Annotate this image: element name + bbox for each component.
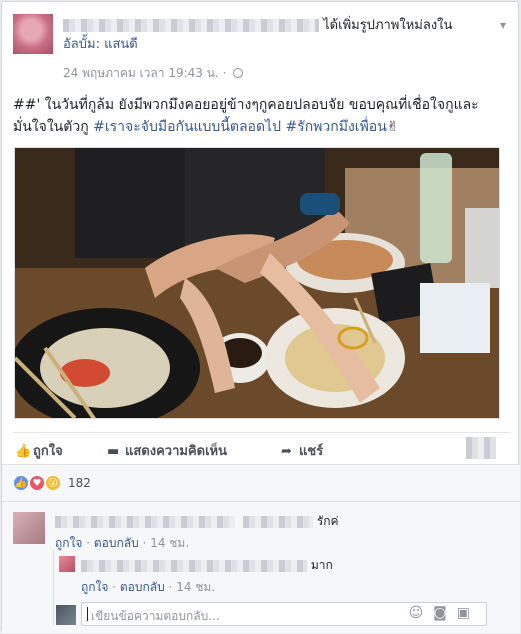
current-user-avatar — [56, 605, 76, 625]
commenter-name-redacted[interactable] — [55, 515, 235, 528]
post-header: ได้เพิ่มรูปภาพใหม่ลงใน อัลบั้ม: แสนดี 24… — [13, 14, 508, 84]
share-label: แชร์ — [299, 444, 324, 459]
text-caret — [87, 607, 88, 621]
post-headline: ได้เพิ่มรูปภาพใหม่ลงใน อัลบั้ม: แสนดี — [63, 16, 483, 54]
post-action-text: ได้เพิ่มรูปภาพใหม่ลงใน — [323, 18, 453, 33]
comment-body: รักค่ — [55, 512, 339, 531]
reply-time[interactable]: 14 ชม. — [176, 580, 215, 594]
sticker-icon[interactable]: ▣ — [457, 605, 480, 621]
replier-name-redacted[interactable] — [81, 559, 307, 572]
like-button[interactable]: 👍 ถูกใจ — [15, 440, 63, 461]
reactions-bar[interactable]: 👍 ♥ 😮 182 — [2, 464, 520, 502]
comments-section: รักค่ ถูกใจ · ตอบกลับ · 14 ชม. มาก ถูกใจ… — [2, 502, 520, 633]
thumbs-up-icon: 👍 — [15, 444, 32, 459]
reply-meta: ถูกใจ · ตอบกลับ · 14 ชม. — [81, 580, 216, 594]
reply-body: มาก — [81, 556, 333, 575]
comment-button[interactable]: ▬ แสดงความคิดเห็น — [107, 440, 227, 461]
reply-input[interactable]: เขียนข้อความตอบกลับ... ☺◙▣ — [81, 602, 487, 626]
wow-reaction-icon: 😮 — [45, 475, 61, 491]
hashtag-link[interactable]: #เราจะจับมือกันแบบนี้ตลอดไป — [93, 119, 281, 135]
comment-icon: ▬ — [107, 444, 120, 459]
reply-input-icons: ☺◙▣ — [409, 605, 480, 621]
love-reaction-icon: ♥ — [29, 475, 45, 491]
author-avatar[interactable] — [13, 14, 53, 54]
post-photo-image — [15, 148, 499, 418]
post-timestamp[interactable]: 24 พฤษภาคม เวลา 19:43 น. — [63, 66, 219, 80]
chevron-down-icon[interactable]: ▾ — [500, 18, 506, 32]
comment-time[interactable]: 14 ชม. — [150, 536, 189, 550]
share-icon: ➦ — [281, 444, 292, 459]
meta-separator: · — [222, 66, 227, 80]
album-link[interactable]: อัลบั้ม: แสนดี — [63, 37, 138, 52]
comment-label: แสดงความคิดเห็น — [125, 444, 228, 459]
emoji-icon[interactable]: ☺ — [409, 605, 434, 621]
post-meta: 24 พฤษภาคม เวลา 19:43 น. · — [63, 64, 244, 83]
comment-reply-link[interactable]: ตอบกลับ — [94, 536, 139, 550]
reply-reply-link[interactable]: ตอบกลับ — [120, 580, 165, 594]
camera-icon[interactable]: ◙ — [433, 605, 457, 621]
share-button[interactable]: ➦ แชร์ — [281, 440, 323, 461]
hashtag-link[interactable]: #รักพวกมึงเพื่อน — [285, 119, 386, 135]
reply-like-link[interactable]: ถูกใจ — [81, 580, 108, 594]
post-actions-bar: 👍 ถูกใจ ▬ แสดงความคิดเห็น ➦ แชร์ — [13, 432, 510, 464]
comment-text-redacted — [243, 515, 313, 528]
commenter-avatar[interactable] — [13, 512, 45, 544]
victory-hand-emoji: ✌ — [386, 119, 399, 135]
post-photo[interactable] — [14, 147, 500, 419]
post-text: ##' ในวันที่กูล้ม ยังมีพวกมึงคอยอยู่ข้าง… — [13, 94, 511, 138]
like-reaction-icon: 👍 — [13, 475, 29, 491]
reply-text: มาก — [310, 558, 333, 572]
viewer-avatar-redacted[interactable] — [466, 437, 496, 459]
like-label: ถูกใจ — [33, 444, 63, 459]
post-card: ได้เพิ่มรูปภาพใหม่ลงใน อัลบั้ม: แสนดี 24… — [1, 1, 520, 633]
reaction-count[interactable]: 182 — [68, 476, 91, 490]
comment-like-link[interactable]: ถูกใจ — [55, 536, 82, 550]
replier-avatar[interactable] — [59, 556, 75, 572]
reply-thread: มาก ถูกใจ · ตอบกลับ · 14 ชม. เขียนข้อควา… — [53, 550, 513, 626]
comment-text: รักค่ — [316, 514, 339, 528]
author-name-redacted[interactable] — [63, 19, 319, 32]
reply-placeholder: เขียนข้อความตอบกลับ... — [91, 609, 220, 623]
globe-icon[interactable] — [233, 68, 244, 78]
